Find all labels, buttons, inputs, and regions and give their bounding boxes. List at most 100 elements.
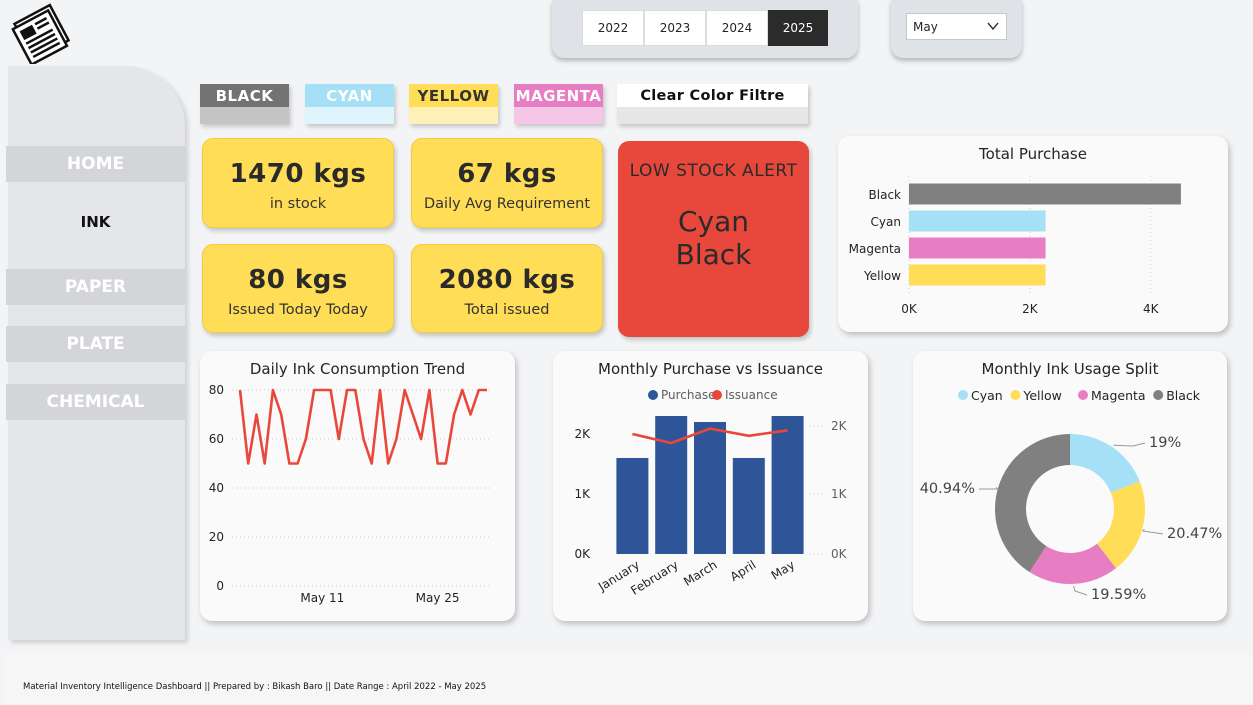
bar-cyan [909, 210, 1046, 232]
kpi-issued-today-value: 80 kgs [248, 265, 348, 295]
daily-trend-chart: 0 20 40 60 80 May 11 May 25 [209, 383, 492, 605]
legend-issuance-dot [712, 390, 722, 400]
year-button-2022[interactable]: 2022 [582, 10, 644, 46]
filter-magenta-button[interactable]: MAGENTA [514, 84, 603, 124]
low-stock-alert-card: LOW STOCK ALERT Cyan Black [618, 141, 809, 337]
nav-home[interactable]: HOME [6, 146, 185, 182]
data-label-cyan: 19% [1149, 435, 1181, 451]
y-tick-label: 60 [209, 432, 224, 446]
filter-black-label: BLACK [200, 84, 289, 107]
legend-dot-black [1153, 390, 1164, 400]
leader-line [979, 487, 1000, 490]
filter-black-button[interactable]: BLACK [200, 84, 289, 124]
clear-color-filter-button[interactable]: Clear Color Filtre [617, 84, 808, 124]
x-tick-label: May 11 [300, 591, 344, 605]
kpi-daily-avg-value: 67 kgs [457, 159, 557, 189]
legend-dot-magenta [1078, 390, 1088, 400]
monthly-purchase-issuance-chart: Purchase Issuance0K 0K1K 1K2K2KJanuaryFebru… [574, 388, 848, 598]
bar-magenta [909, 237, 1046, 259]
kpi-total-issued-value: 2080 kgs [438, 265, 576, 295]
month-dropdown[interactable]: May [906, 13, 1007, 40]
daily-trend-panel: Daily Ink Consumption Trend 0 20 40 60 80 May… [200, 351, 515, 621]
y-tick-label: 0 [216, 579, 224, 593]
filter-cyan-label: CYAN [305, 84, 394, 107]
filter-yellow-label: YELLOW [409, 84, 498, 107]
monthly-purchase-issuance-panel: Monthly Purchase vs Issuance Purchase Iss… [553, 351, 868, 621]
legend-purchase-label: Purchase [661, 388, 716, 402]
legend-label-magenta: Magenta [1091, 388, 1146, 403]
data-label-black: 40.94% [920, 481, 975, 497]
bar-black [909, 183, 1181, 205]
kpi-in-stock: 1470 kgs in stock [202, 138, 394, 228]
month-slicer: May [891, 0, 1022, 58]
month-dropdown-value: May [913, 20, 938, 34]
y-left-tick-label: 0K [574, 547, 591, 561]
kpi-issued-today-label: Issued Today Today [228, 302, 368, 318]
legend-purchase-dot [648, 390, 658, 400]
bar-purchase-may [771, 416, 804, 554]
x-tick-label: April [728, 558, 759, 584]
y-left-tick-label: 1K [574, 487, 591, 501]
consumption-line [238, 388, 487, 465]
nav-plate[interactable]: PLATE [6, 326, 185, 362]
filter-magenta-label: MAGENTA [514, 84, 603, 107]
alert-item-cyan: Cyan [677, 205, 750, 238]
filter-yellow-button[interactable]: YELLOW [409, 84, 498, 124]
year-button-2024[interactable]: 2024 [706, 10, 768, 46]
y-tick-label: 80 [209, 383, 224, 397]
leader-line [1113, 442, 1146, 447]
nav-ink[interactable]: INK [6, 204, 185, 240]
category-label: Black [869, 188, 902, 202]
legend-label-black: Black [1166, 388, 1201, 403]
bar-purchase-april [732, 458, 765, 554]
usage-split-panel: Monthly Ink Usage Split Cyan Yellow Magent… [913, 351, 1227, 621]
kpi-in-stock-label: in stock [269, 196, 327, 212]
legend-issuance-label: Issuance [725, 388, 778, 402]
x-tick-label: March [681, 558, 719, 589]
kpi-daily-avg-label: Daily Avg Requirement [423, 196, 590, 212]
x-tick-label: 4K [1143, 302, 1160, 316]
y-tick-label: 40 [209, 481, 224, 495]
footer-text: Material Inventory Intelligence Dashboar… [23, 682, 487, 692]
kpi-issued-today: 80 kgs Issued Today Today [202, 244, 394, 333]
leader-line [1073, 585, 1088, 596]
x-tick-label: 0K [901, 302, 918, 316]
bar-purchase-march [694, 422, 726, 554]
chevron-down-icon [987, 22, 999, 31]
kpi-total-issued-label: Total issued [464, 302, 550, 318]
usage-split-chart: Cyan Yellow Magenta Black 19% 20.47% 19.59% 40.… [920, 388, 1223, 603]
nav-paper[interactable]: PAPER [6, 269, 185, 305]
legend-dot-cyan [958, 390, 968, 400]
y-left-tick-label: 2K [574, 427, 591, 441]
nav-chemical[interactable]: CHEMICAL [6, 384, 185, 420]
total-purchase-panel: Total Purchase 0K 2K 4K Black Cyan Magenta Yel… [838, 136, 1228, 332]
filter-cyan-button[interactable]: CYAN [305, 84, 394, 124]
x-tick-label: May [769, 558, 797, 583]
alert-item-black: Black [675, 238, 752, 271]
y-tick-label: 20 [209, 530, 224, 544]
category-label: Cyan [871, 215, 901, 229]
legend-dot-yellow [1010, 390, 1021, 400]
category-label: Yellow [863, 269, 901, 283]
newspaper-logo-icon [10, 2, 74, 67]
year-button-2025[interactable]: 2025 [768, 10, 828, 46]
kpi-in-stock-value: 1470 kgs [229, 159, 367, 189]
legend-label-yellow: Yellow [1022, 388, 1061, 403]
bar-yellow [909, 264, 1046, 286]
year-button-2023[interactable]: 2023 [644, 10, 706, 46]
y-right-tick-label: 0K [831, 547, 848, 561]
slice-black [995, 434, 1070, 573]
bar-purchase-february [655, 416, 688, 554]
total-purchase-chart: 0K 2K 4K Black Cyan Magenta Yellow [849, 176, 1181, 316]
y-right-tick-label: 2K [831, 419, 848, 433]
category-label: Magenta [849, 242, 901, 256]
x-tick-label: May 25 [416, 591, 460, 605]
alert-title: LOW STOCK ALERT [629, 161, 798, 181]
legend-label-cyan: Cyan [971, 388, 1003, 403]
bar-purchase-january [616, 458, 649, 554]
footer: Material Inventory Intelligence Dashboar… [5, 653, 1253, 705]
data-label-magenta: 19.59% [1091, 587, 1146, 603]
year-slicer: 2022 2023 2024 2025 [552, 0, 858, 58]
clear-color-filter-label: Clear Color Filtre [617, 84, 808, 107]
data-label-yellow: 20.47% [1167, 526, 1222, 542]
